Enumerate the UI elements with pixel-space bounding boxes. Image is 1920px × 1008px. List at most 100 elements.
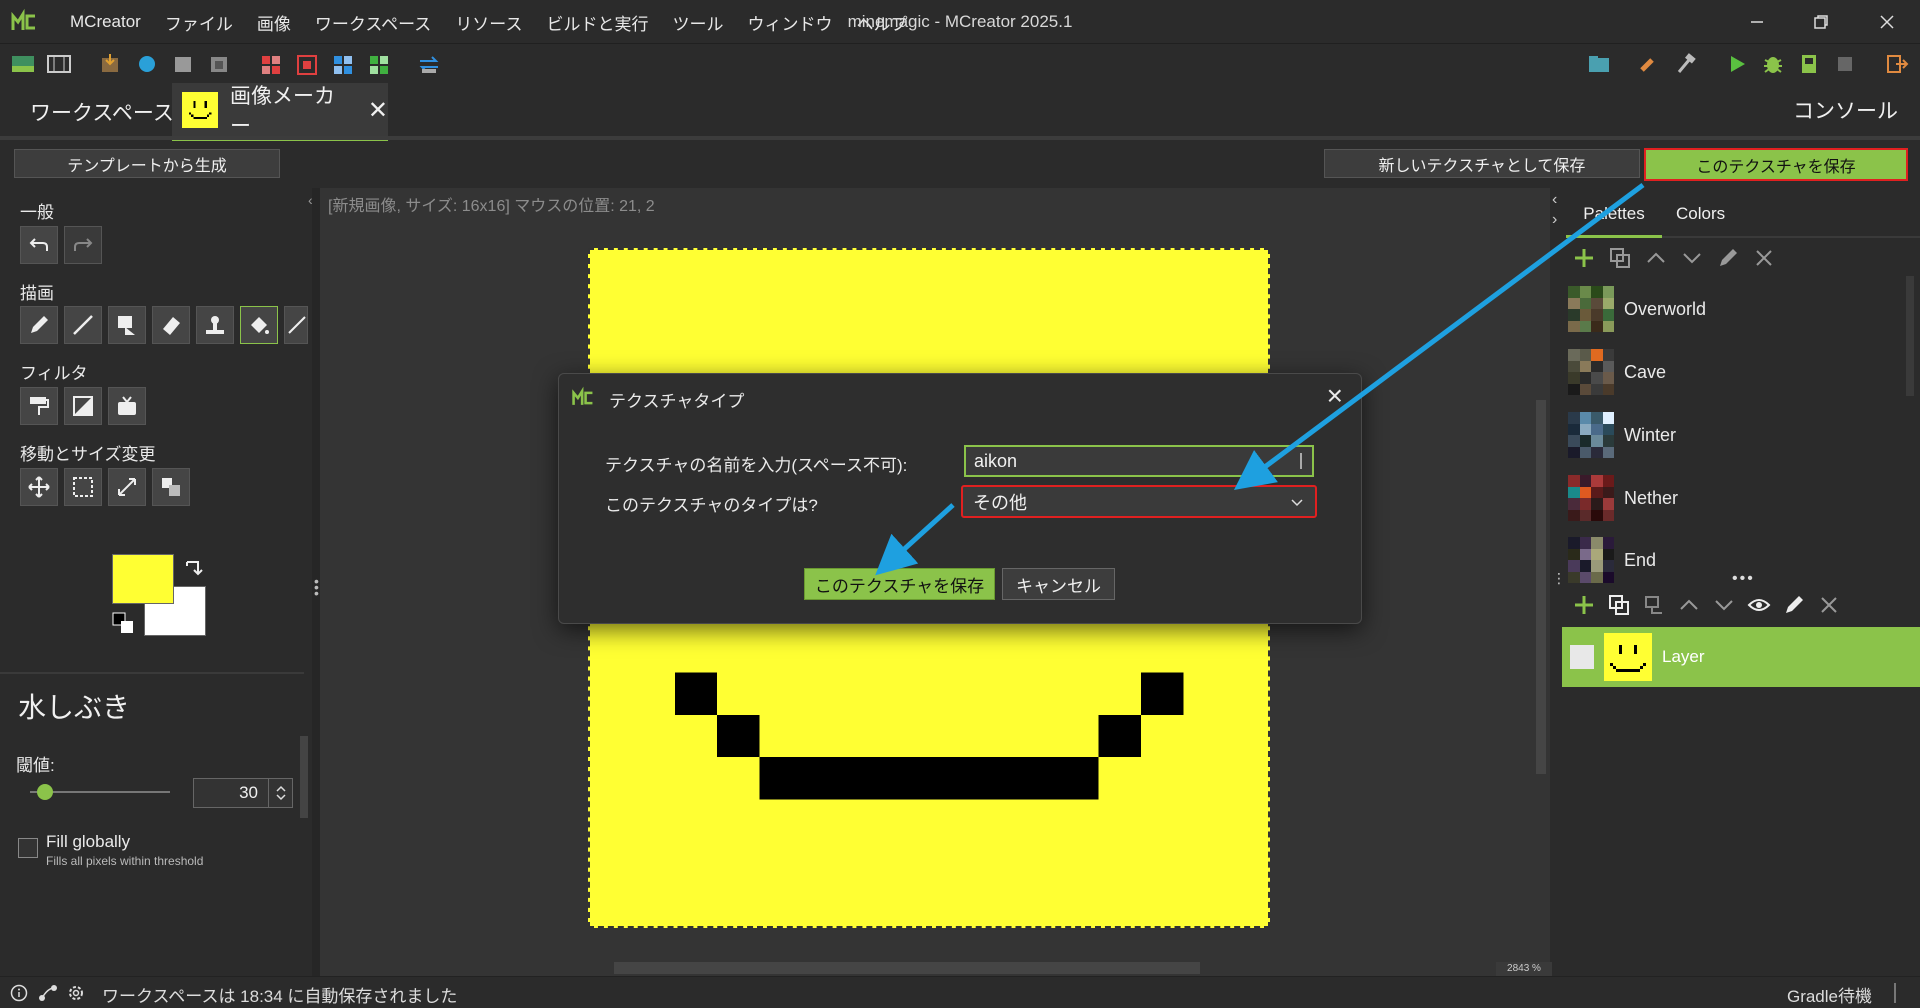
palette-item[interactable]: Nether xyxy=(1568,472,1678,524)
sync-icon[interactable] xyxy=(416,52,442,76)
menu-file[interactable]: ファイル xyxy=(153,10,245,35)
move-up-icon[interactable] xyxy=(1644,246,1668,270)
stop-icon[interactable] xyxy=(1832,52,1858,76)
tv-filter-icon[interactable] xyxy=(108,387,146,425)
undo-button[interactable] xyxy=(20,226,58,264)
model-import-icon[interactable] xyxy=(170,52,196,76)
layer-row[interactable]: Layer xyxy=(1562,627,1920,687)
default-colors-icon[interactable] xyxy=(112,612,134,634)
tab-image-maker[interactable]: 画像メーカー ✕ xyxy=(172,83,388,141)
more-icon[interactable]: ••• xyxy=(1732,570,1755,588)
eraser-tool-icon[interactable] xyxy=(152,306,190,344)
visibility-eye-icon[interactable] xyxy=(1747,593,1771,617)
tab-colors[interactable]: Colors xyxy=(1676,200,1725,228)
tab-workspace[interactable]: ワークスペース xyxy=(10,83,194,141)
contrast-icon[interactable] xyxy=(64,387,102,425)
layer-up-icon[interactable] xyxy=(1677,593,1701,617)
folder-icon[interactable] xyxy=(1586,52,1612,76)
left-scrollbar[interactable] xyxy=(300,736,308,818)
fill-globally-checkbox[interactable] xyxy=(18,838,38,858)
merge-layer-icon[interactable] xyxy=(1642,593,1666,617)
canvas-vscrollbar[interactable] xyxy=(1536,400,1546,774)
swap-colors-icon[interactable] xyxy=(182,558,204,580)
console-toggle[interactable]: コンソール xyxy=(1793,95,1898,125)
save-texture-button[interactable]: このテクスチャを保存 xyxy=(1644,148,1908,181)
hammer-icon[interactable] xyxy=(1672,52,1698,76)
edit-layer-icon[interactable] xyxy=(1782,593,1806,617)
texture-type-select[interactable]: その他 xyxy=(961,485,1317,518)
info-circle-icon[interactable] xyxy=(10,984,28,1002)
splitter-dots-icon[interactable]: ⋮ xyxy=(1552,570,1566,587)
line-tool-icon[interactable] xyxy=(64,306,102,344)
threshold-spinner[interactable]: 30 xyxy=(193,778,293,808)
layer-down-icon[interactable] xyxy=(1712,593,1736,617)
save-as-new-texture-button[interactable]: 新しいテクスチャとして保存 xyxy=(1324,149,1640,178)
restore-button[interactable] xyxy=(1794,0,1848,44)
grid-blue-icon[interactable] xyxy=(330,52,356,76)
menu-tools[interactable]: ツール xyxy=(660,10,735,35)
menu-workspace[interactable]: ワークスペース xyxy=(303,10,443,35)
debug-icon[interactable] xyxy=(1760,52,1786,76)
dialog-cancel-button[interactable]: キャンセル xyxy=(1002,568,1115,600)
duplicate-layer-icon[interactable] xyxy=(1607,593,1631,617)
menu-mcreator[interactable]: MCreator xyxy=(58,12,153,32)
brush-tool-icon[interactable] xyxy=(284,306,308,344)
grid-green-icon[interactable] xyxy=(366,52,392,76)
paint-roller-icon[interactable] xyxy=(20,387,58,425)
fill-tool-icon[interactable] xyxy=(240,306,278,344)
threshold-value[interactable]: 30 xyxy=(194,783,268,803)
texture-name-value[interactable]: aikon xyxy=(974,451,1017,472)
wrench-icon[interactable] xyxy=(1636,52,1662,76)
menu-window[interactable]: ウィンドウ xyxy=(735,10,844,35)
workspace-image-icon[interactable] xyxy=(10,52,36,76)
menu-image[interactable]: 画像 xyxy=(245,10,303,35)
dialog-save-button[interactable]: このテクスチャを保存 xyxy=(804,568,995,600)
resize-tool-icon[interactable] xyxy=(108,468,146,506)
delete-palette-icon[interactable] xyxy=(1752,246,1776,270)
duplicate-palette-icon[interactable] xyxy=(1608,246,1632,270)
close-window-button[interactable] xyxy=(1860,0,1914,44)
import-icon[interactable] xyxy=(98,52,124,76)
generate-from-template-button[interactable]: テンプレートから生成 xyxy=(14,149,280,178)
menu-build-run[interactable]: ビルドと実行 xyxy=(534,10,660,35)
structure-import-icon[interactable] xyxy=(206,52,232,76)
palette-item[interactable]: Overworld xyxy=(1568,283,1706,335)
run-client-icon[interactable] xyxy=(1796,52,1822,76)
canvas-hscrollbar[interactable] xyxy=(614,962,1200,974)
palette-item[interactable]: Cave xyxy=(1568,346,1666,398)
menu-resources[interactable]: リソース xyxy=(443,10,534,35)
primary-color-swatch-front[interactable] xyxy=(112,554,174,604)
threshold-slider-thumb[interactable] xyxy=(37,784,53,800)
layer-visibility-checkbox[interactable] xyxy=(1570,645,1594,669)
grid-red2-icon[interactable] xyxy=(294,52,320,76)
texture-name-input[interactable]: aikon xyxy=(964,445,1314,477)
run-icon[interactable] xyxy=(1724,52,1750,76)
dialog-close-icon[interactable]: × xyxy=(1327,380,1343,412)
minimize-button[interactable] xyxy=(1730,0,1784,44)
palette-item[interactable]: End xyxy=(1568,534,1656,586)
shape-tool-icon[interactable] xyxy=(108,306,146,344)
left-splitter[interactable]: • • • xyxy=(312,188,320,976)
menu-help[interactable]: ヘルプ xyxy=(844,10,919,35)
panel-arrows-icon[interactable]: ‹ › xyxy=(1552,190,1557,230)
sound-import-icon[interactable] xyxy=(134,52,160,76)
palette-scrollbar[interactable] xyxy=(1906,276,1914,396)
add-palette-icon[interactable] xyxy=(1572,246,1596,270)
tab-palettes[interactable]: Palettes xyxy=(1566,200,1662,238)
export-icon[interactable] xyxy=(1884,52,1910,76)
layer-resize-icon[interactable] xyxy=(152,468,190,506)
move-tool-icon[interactable] xyxy=(20,468,58,506)
palette-item[interactable]: Winter xyxy=(1568,409,1676,461)
network-icon[interactable] xyxy=(38,984,60,1002)
redo-button[interactable] xyxy=(64,226,102,264)
move-down-icon[interactable] xyxy=(1680,246,1704,270)
spinner-arrows-icon[interactable] xyxy=(268,779,292,807)
stamp-tool-icon[interactable] xyxy=(196,306,234,344)
pencil-tool-icon[interactable] xyxy=(20,306,58,344)
grid-red-icon[interactable] xyxy=(258,52,284,76)
selection-tool-icon[interactable] xyxy=(64,468,102,506)
delete-layer-icon[interactable] xyxy=(1817,593,1841,617)
settings-gear-icon[interactable] xyxy=(66,983,86,1003)
add-layer-icon[interactable] xyxy=(1572,593,1596,617)
film-icon[interactable] xyxy=(46,52,72,76)
